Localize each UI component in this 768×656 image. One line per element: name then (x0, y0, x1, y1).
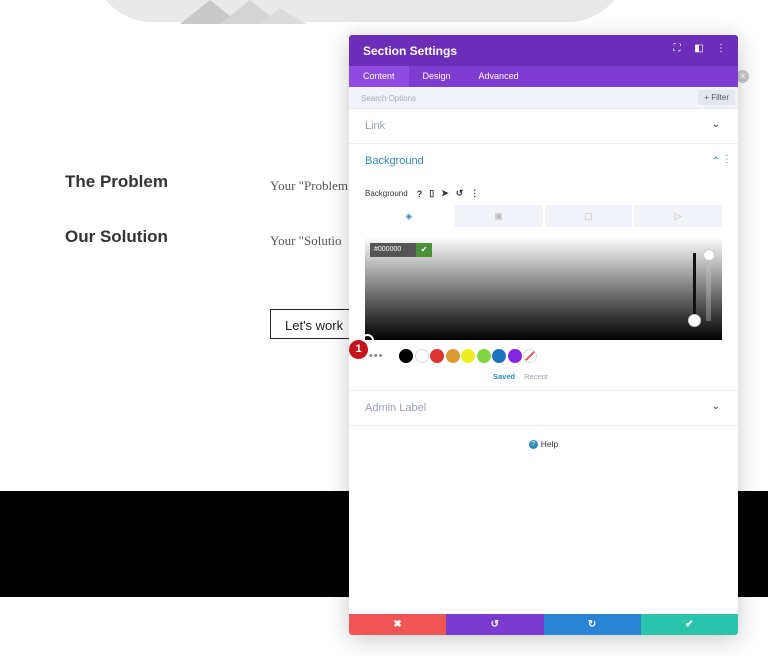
swatch-orange[interactable] (445, 349, 460, 363)
swatch-red[interactable] (430, 349, 445, 363)
filter-button[interactable]: + Filter (698, 90, 735, 105)
background-section-title[interactable]: Background (365, 155, 424, 167)
recent-tab[interactable]: Recent (524, 372, 548, 381)
redo-button[interactable]: ↻ (543, 614, 641, 635)
tab-content[interactable]: Content (349, 66, 409, 87)
saved-tab[interactable]: Saved (493, 372, 515, 381)
background-label: Background (365, 189, 408, 198)
sidebar-toggle-icon[interactable]: ◧ (694, 43, 704, 54)
modal-footer: ✖ ↺ ↻ ✔ (349, 614, 738, 635)
chevron-down-icon: ⌄ (711, 401, 720, 412)
problem-heading: The Problem (65, 172, 168, 191)
top-decorative-shape (92, 0, 628, 22)
step-marker: 1 (349, 340, 368, 359)
chevron-up-icon[interactable]: ⌃ (712, 156, 720, 167)
kebab-menu-icon[interactable]: ⋮ (716, 43, 726, 54)
background-type-tabs: ◈ ▣ ▢ ▷ (365, 205, 722, 227)
help-label: Help (540, 439, 559, 449)
kebab-icon[interactable]: ⋮ (470, 188, 479, 199)
help-icon[interactable]: ? (417, 189, 423, 199)
gradient-icon[interactable]: ▣ (455, 205, 545, 227)
background-accordion: Background ⌃ ⋮ Background ? ▯ ➤ ↺ ⋮ ◈ ▣ … (349, 144, 738, 391)
problem-text: Your "Problem (270, 178, 349, 193)
link-accordion[interactable]: Link ⌄ (349, 109, 738, 144)
swatch-green[interactable] (476, 349, 491, 363)
hex-input[interactable]: #000000 (370, 243, 416, 257)
background-option-row: Background ? ▯ ➤ ↺ ⋮ (365, 188, 479, 199)
color-swatches: ••• (369, 349, 538, 363)
color-fill-icon[interactable]: ◈ (365, 205, 455, 227)
palette-tabs: Saved Recent (493, 372, 548, 381)
link-section-title: Link (365, 120, 386, 132)
swatch-white[interactable] (414, 349, 429, 363)
solution-text: Your "Solutio (270, 233, 342, 248)
solution-heading: Our Solution (65, 227, 168, 246)
kebab-icon[interactable]: ⋮ (722, 154, 732, 165)
video-icon[interactable]: ▷ (634, 205, 722, 227)
swatch-yellow[interactable] (461, 349, 476, 363)
alpha-slider[interactable] (706, 253, 711, 321)
modal-header: Section Settings ⛶ ◧ ⋮ (349, 35, 738, 66)
hue-slider[interactable] (693, 253, 696, 317)
mobile-icon[interactable]: ▯ (429, 188, 434, 199)
header-icons: ⛶ ◧ ⋮ (672, 43, 727, 54)
reset-icon[interactable]: ↺ (456, 188, 464, 199)
tab-advanced[interactable]: Advanced (465, 66, 533, 87)
pointer-icon[interactable]: ➤ (441, 188, 449, 199)
cancel-button[interactable]: ✖ (349, 614, 447, 635)
swatch-blue[interactable] (492, 349, 507, 363)
confirm-check-icon[interactable]: ✔ (416, 243, 432, 257)
modal-tabs: Content Design Advanced (349, 66, 738, 87)
expand-icon[interactable]: ⛶ (672, 43, 682, 54)
swatch-black[interactable] (399, 349, 414, 363)
more-dots-icon[interactable]: ••• (369, 350, 384, 362)
help-circle-icon: ? (528, 440, 538, 450)
swatch-purple[interactable] (507, 349, 522, 363)
save-button[interactable]: ✔ (640, 614, 738, 635)
undo-button[interactable]: ↺ (446, 614, 544, 635)
tab-design[interactable]: Design (409, 66, 465, 87)
alpha-slider-handle[interactable] (703, 249, 715, 261)
color-picker-area[interactable]: #000000 ✔ (361, 237, 722, 347)
modal-title: Section Settings (363, 44, 458, 58)
admin-label-section-title: Admin Label (365, 402, 427, 414)
section-settings-modal: Section Settings ⛶ ◧ ⋮ Content Design Ad… (349, 35, 738, 635)
decorative-chevrons (180, 0, 306, 24)
chevron-down-icon: ⌄ (711, 119, 720, 130)
image-icon[interactable]: ▢ (545, 205, 635, 227)
help-link[interactable]: ? Help (349, 439, 738, 450)
swatch-none-icon[interactable] (523, 349, 538, 363)
search-bar: + Filter (349, 87, 738, 109)
admin-label-accordion[interactable]: Admin Label ⌄ (349, 391, 738, 426)
hue-slider-handle[interactable] (688, 314, 701, 327)
search-input[interactable] (359, 90, 613, 107)
